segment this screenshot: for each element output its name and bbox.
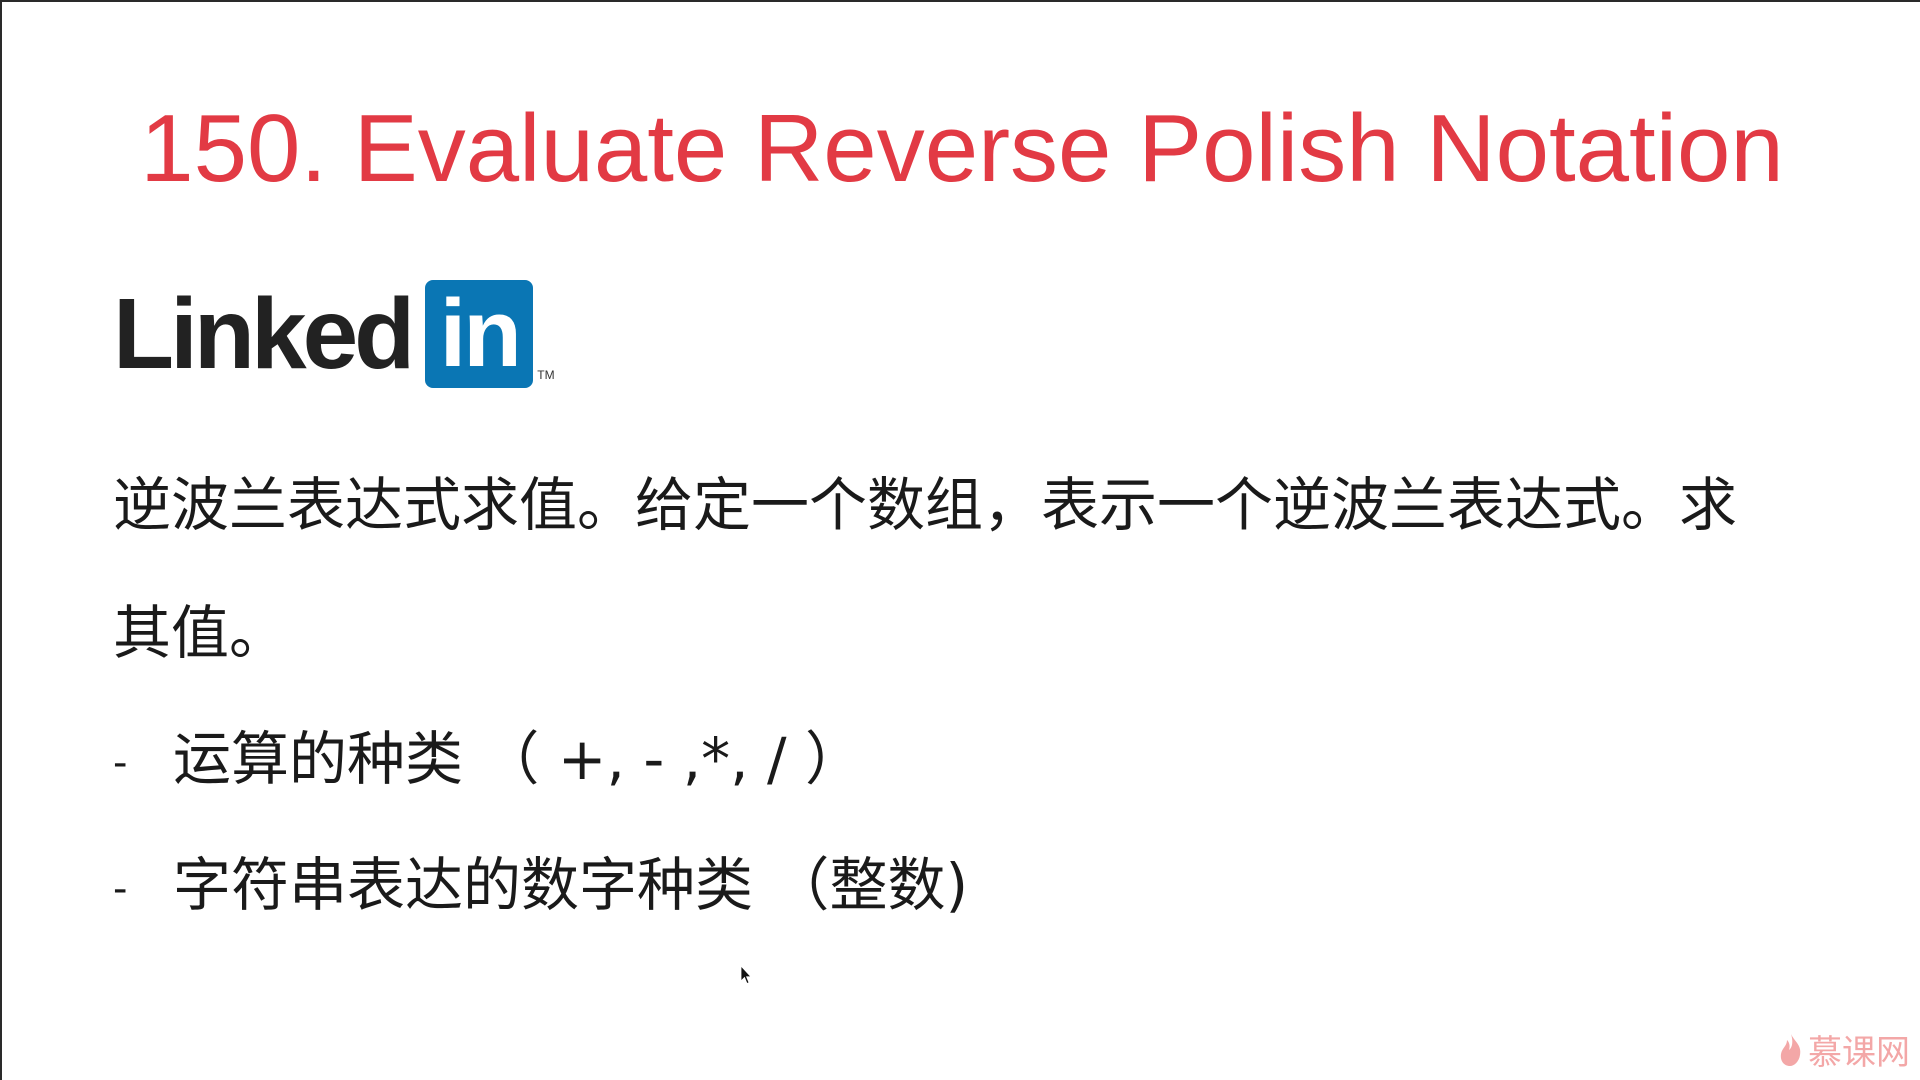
flame-icon — [1780, 1033, 1801, 1066]
bullet-item: - 运算的种类 （ +, - ,*, / ） — [113, 724, 863, 798]
logo-in-box: in — [425, 280, 534, 388]
watermark: 慕课网 — [1778, 1025, 1910, 1074]
linkedin-logo: Linked in TM — [113, 278, 555, 390]
watermark-text: 慕课网 — [1808, 1033, 1910, 1073]
bullet-text: 运算的种类 （ +, - ,*, / ） — [173, 725, 863, 793]
slide-frame: 150. Evaluate Reverse Polish Notation Li… — [0, 0, 1920, 1080]
bullet-dash: - — [113, 739, 128, 786]
logo-trademark: TM — [537, 368, 555, 382]
description-line-2: 其值。 — [113, 599, 288, 667]
bullet-dash: - — [113, 865, 128, 912]
bullet-item: - 字符串表达的数字种类 （整数) — [113, 850, 968, 924]
logo-wordmark: Linked — [113, 278, 415, 390]
bullet-text: 字符串表达的数字种类 （整数) — [173, 851, 969, 919]
mouse-pointer-icon — [740, 965, 752, 985]
slide-title: 150. Evaluate Reverse Polish Notation — [140, 95, 1784, 202]
description-line-1: 逆波兰表达式求值。给定一个数组，表示一个逆波兰表达式。求 — [113, 471, 1738, 539]
